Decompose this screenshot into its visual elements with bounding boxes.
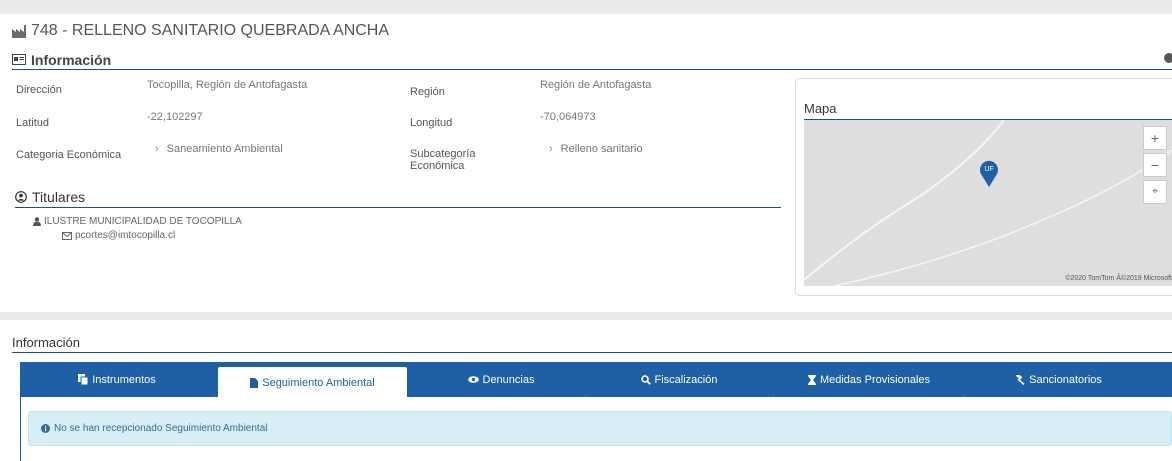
section-divider (0, 312, 1172, 320)
file-icon (250, 378, 259, 388)
subcategoria-label: Subcategoría Económica (410, 148, 476, 172)
hourglass-icon (807, 374, 816, 385)
page-title: 748 - RELLENO SANITARIO QUEBRADA ANCHA (12, 22, 389, 40)
envelope-icon (62, 231, 72, 240)
chevron-right-icon: › (549, 143, 553, 155)
chevron-right-icon: › (155, 143, 159, 155)
tab-instrumentos[interactable]: Instrumentos (20, 362, 214, 397)
direccion-value: Tocopilla, Región de Antofagasta (147, 79, 308, 91)
search-icon (640, 374, 651, 385)
copy-icon (78, 374, 89, 385)
tabs-bar: Instrumentos Seguimiento Ambiental Denun… (20, 362, 1172, 400)
map-attribution: ©2020 TomTom Â©2019 Microsoft (1065, 275, 1172, 282)
collapse-icon[interactable] (1164, 53, 1172, 63)
region-label: Región (410, 86, 445, 98)
user-icon (33, 217, 41, 226)
locate-button[interactable]: ⌖ (1143, 180, 1167, 204)
map-view[interactable]: + − ⌖ UF ©2020 TomTom Â©2019 Microsoft (804, 120, 1172, 286)
holder-email[interactable]: pcortes@imtocopilla.cl (75, 230, 175, 241)
eye-icon (467, 376, 479, 383)
tab-seguimiento-ambiental[interactable]: Seguimiento Ambiental (218, 367, 407, 399)
titulares-header: Titulares (15, 186, 781, 208)
tab-medidas-provisionales[interactable]: Medidas Provisionales (775, 362, 963, 397)
holder-name: ILUSTRE MUNICIPALIDAD DE TOCOPILLA (44, 216, 242, 227)
tab-sancionatorios[interactable]: Sancionatorios (964, 362, 1152, 397)
info2-header: Información (12, 335, 1172, 353)
map-roads (804, 120, 1172, 286)
tab-denuncias[interactable]: Denuncias (407, 362, 595, 397)
holder-name-line: ILUSTRE MUNICIPALIDAD DE TOCOPILLA (33, 216, 242, 227)
categoria-value: › Saneamiento Ambiental (155, 143, 283, 155)
factory-icon (12, 24, 26, 38)
page-title-text: 748 - RELLENO SANITARIO QUEBRADA ANCHA (31, 22, 390, 39)
tab-fiscalizacion[interactable]: Fiscalización (585, 362, 773, 397)
user-circle-icon (15, 190, 27, 203)
zoom-in-button[interactable]: + (1143, 126, 1167, 150)
longitud-value: -70,064973 (540, 111, 596, 123)
gavel-icon (1015, 374, 1025, 385)
latitud-label: Latitud (16, 117, 50, 129)
marker-label: UF (984, 166, 993, 173)
info-section-title: Información (31, 51, 112, 68)
info-circle-icon (41, 424, 50, 433)
map-marker-icon[interactable]: UF (979, 158, 999, 188)
holder-email-line: pcortes@imtocopilla.cl (62, 230, 175, 241)
categoria-label: Categoria Económica (16, 149, 122, 161)
region-value: Región de Antofagasta (540, 79, 652, 91)
subcategoria-value: › Relleno sanitario (549, 143, 643, 155)
latitud-value: -22,102297 (147, 111, 203, 123)
titulares-title: Titulares (32, 188, 86, 205)
map-title: Mapa (804, 101, 1172, 120)
info-alert: No se han recepcionado Seguimiento Ambie… (28, 411, 1172, 446)
direccion-label: Dirección (16, 84, 62, 96)
longitud-label: Longitud (410, 117, 453, 129)
alert-text: No se han recepcionado Seguimiento Ambie… (54, 423, 268, 434)
top-strip (0, 0, 1172, 14)
id-card-icon (12, 54, 26, 65)
info-section-header: Información (12, 50, 1172, 70)
zoom-out-button[interactable]: − (1143, 153, 1167, 177)
